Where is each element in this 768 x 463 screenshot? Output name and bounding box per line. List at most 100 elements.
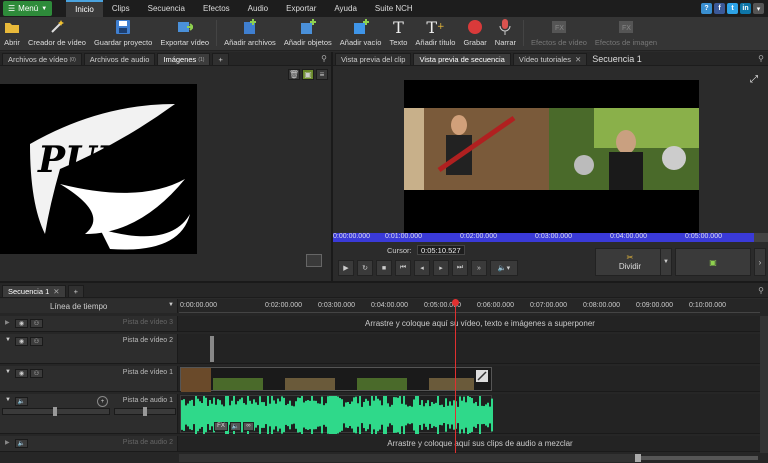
- vertical-scrollbar[interactable]: [760, 316, 768, 453]
- pan-slider-thumb[interactable]: [143, 407, 147, 416]
- image-effects-button[interactable]: FX Efectos de imagen: [591, 16, 661, 50]
- fullscreen-icon[interactable]: ⤢: [750, 74, 762, 86]
- track-audio-1[interactable]: ▼ 🔈 + Pista de audio 1 FX 🔈 ∞: [0, 393, 760, 437]
- go-start-button[interactable]: ⏮: [395, 260, 411, 276]
- fx-button[interactable]: FX: [214, 422, 228, 431]
- panel-expand-button[interactable]: ›: [754, 248, 766, 276]
- tab-sequence-1[interactable]: Secuencia 1 ✕: [2, 285, 66, 297]
- speaker-icon[interactable]: 🔈: [15, 439, 28, 448]
- speaker-icon[interactable]: 🔈: [15, 397, 28, 406]
- stop-button[interactable]: ■: [376, 260, 392, 276]
- video-maker-button[interactable]: Creador de vídeo: [24, 16, 90, 50]
- expand-icon[interactable]: ▶: [5, 439, 10, 446]
- tab-secuencia[interactable]: Secuencia: [139, 0, 194, 17]
- collapse-icon[interactable]: ▼: [5, 397, 11, 403]
- add-objects-button[interactable]: Añadir objetos: [280, 16, 336, 50]
- record-button[interactable]: Grabar: [459, 16, 490, 50]
- cursor-time-field[interactable]: 0:05:10.527: [417, 245, 465, 255]
- tab-video-files[interactable]: Archivos de vídeo (0): [2, 53, 82, 65]
- pin-icon[interactable]: ⚲: [321, 54, 327, 63]
- playhead[interactable]: [455, 299, 456, 453]
- add-sequence-button[interactable]: +: [67, 285, 84, 297]
- add-files-icon: [242, 19, 258, 35]
- facebook-icon[interactable]: f: [714, 3, 725, 14]
- eye-icon[interactable]: ◉: [15, 337, 28, 346]
- group-icon[interactable]: ⚇: [30, 319, 43, 328]
- tab-audio-files-label: Archivos de audio: [89, 55, 150, 64]
- tab-suite-nch[interactable]: Suite NCH: [366, 0, 422, 17]
- add-blank-button[interactable]: Añadir vacío: [336, 16, 386, 50]
- save-project-button[interactable]: Guardar proyecto: [90, 16, 156, 50]
- step-forward-button[interactable]: ▸: [433, 260, 449, 276]
- zoom-icon[interactable]: +: [97, 396, 108, 407]
- zoom-slider-thumb[interactable]: [635, 454, 641, 462]
- volume-slider-thumb[interactable]: [53, 407, 57, 416]
- tab-inicio[interactable]: Inicio: [66, 0, 103, 17]
- clip-volume-icon[interactable]: 🔈: [230, 422, 241, 431]
- list-view-icon[interactable]: ≡: [316, 68, 328, 80]
- timeline-ruler[interactable]: 0:00:00.000 0:02:00.000 0:03:00.000 0:04…: [179, 299, 760, 313]
- volume-button[interactable]: 🔈▾: [490, 260, 518, 276]
- tab-clip-preview[interactable]: Vista previa del clip: [335, 53, 412, 65]
- play-button[interactable]: ▶: [338, 260, 354, 276]
- track-video-1[interactable]: ▼ ◉ ⚇ Pista de vídeo 1: [0, 366, 760, 392]
- track-video-3[interactable]: ▶ ◉ ⚇ Pista de vídeo 3 Arrastre y coloqu…: [0, 316, 760, 332]
- add-tab-button[interactable]: +: [212, 53, 229, 65]
- step-back-button[interactable]: ◂: [414, 260, 430, 276]
- help-icon[interactable]: ?: [701, 3, 712, 14]
- collapse-icon[interactable]: ▼: [5, 337, 11, 343]
- track-audio-2[interactable]: ▶ 🔈 Pista de audio 2 Arrastre y coloque …: [0, 436, 760, 452]
- audio-clip[interactable]: FX 🔈 ∞: [180, 393, 493, 437]
- tab-exportar[interactable]: Exportar: [277, 0, 325, 17]
- go-end-button[interactable]: ⏭: [452, 260, 468, 276]
- track-video-2[interactable]: ▼ ◉ ⚇ Pista de vídeo 2: [0, 334, 760, 364]
- tab-clips[interactable]: Clips: [103, 0, 139, 17]
- media-thumbnail[interactable]: PUKU: [0, 84, 197, 254]
- waveform-bar: [485, 404, 487, 426]
- narrate-button[interactable]: Narrar: [491, 16, 520, 50]
- expand-icon[interactable]: ▶: [5, 319, 10, 326]
- linkedin-icon[interactable]: in: [740, 3, 751, 14]
- loop-button[interactable]: ↻: [357, 260, 373, 276]
- group-icon[interactable]: ⚇: [30, 369, 43, 378]
- tab-sequence-preview[interactable]: Vista previa de secuencia: [413, 53, 511, 65]
- video-effects-button[interactable]: FX Efectos de vídeo: [527, 16, 591, 50]
- tab-video-tutorials[interactable]: Vídeo tutoriales ✕: [512, 53, 588, 65]
- pin-icon[interactable]: ⚲: [758, 54, 764, 63]
- eye-icon[interactable]: ◉: [15, 319, 28, 328]
- twitter-icon[interactable]: t: [727, 3, 738, 14]
- text-button[interactable]: T Texto: [385, 16, 411, 50]
- tab-efectos[interactable]: Efectos: [194, 0, 239, 17]
- playhead-handle[interactable]: [452, 299, 459, 306]
- split-dropdown-button[interactable]: ▼: [660, 248, 672, 276]
- folder-add-icon[interactable]: ▣: [302, 68, 314, 80]
- export-video-button[interactable]: Exportar vídeo: [156, 16, 213, 50]
- zoom-slider[interactable]: [640, 456, 758, 460]
- open-button[interactable]: Abrir: [0, 16, 24, 50]
- tab-images[interactable]: Imágenes (1): [157, 53, 211, 65]
- split-button[interactable]: ✂ Dividir: [595, 248, 665, 276]
- eye-icon[interactable]: ◉: [15, 369, 28, 378]
- video-clip[interactable]: [180, 367, 492, 392]
- main-menu-button[interactable]: ☰ Menú ▼: [3, 1, 53, 16]
- tab-ayuda[interactable]: Ayuda: [325, 0, 366, 17]
- tab-audio-files[interactable]: Archivos de audio: [83, 53, 156, 65]
- close-icon[interactable]: ✕: [575, 55, 581, 64]
- group-icon[interactable]: ⚇: [30, 337, 43, 346]
- tab-audio[interactable]: Audio: [239, 0, 277, 17]
- waveform-bar: [415, 395, 417, 435]
- add-files-button[interactable]: Añadir archivos: [220, 16, 280, 50]
- horizontal-scrollbar[interactable]: [179, 454, 639, 462]
- collapse-icon[interactable]: ▼: [5, 369, 11, 375]
- snapshot-button[interactable]: ▣: [675, 248, 751, 276]
- loop-icon[interactable]: ∞: [243, 422, 254, 431]
- delete-icon[interactable]: 🗑: [288, 68, 300, 80]
- more-icon[interactable]: ▾: [753, 3, 764, 14]
- pin-icon[interactable]: ⚲: [758, 286, 764, 295]
- add-title-button[interactable]: T + Añadir título: [411, 16, 459, 50]
- video-clip-small[interactable]: [210, 336, 214, 362]
- close-icon[interactable]: ✕: [53, 287, 59, 296]
- preview-ruler[interactable]: 0:00:00.000 0:01:00.000 0:02:00.000 0:03…: [333, 233, 754, 242]
- fast-forward-button[interactable]: »: [471, 260, 487, 276]
- chevron-down-icon[interactable]: ▼: [168, 302, 174, 308]
